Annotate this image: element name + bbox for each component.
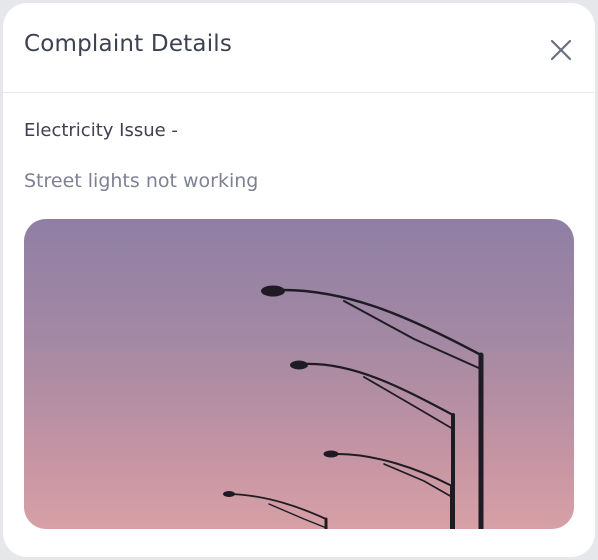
- street-lights-illustration: [223, 285, 484, 529]
- modal-header: Complaint Details: [3, 3, 595, 93]
- complaint-photo[interactable]: [24, 219, 574, 529]
- complaint-details-modal: Complaint Details Electricity Issue - St…: [3, 3, 595, 557]
- close-icon: [550, 39, 572, 61]
- complaint-description: Street lights not working: [24, 170, 259, 192]
- close-button[interactable]: [548, 37, 574, 63]
- modal-title: Complaint Details: [24, 31, 233, 57]
- complaint-category: Electricity Issue -: [24, 120, 178, 141]
